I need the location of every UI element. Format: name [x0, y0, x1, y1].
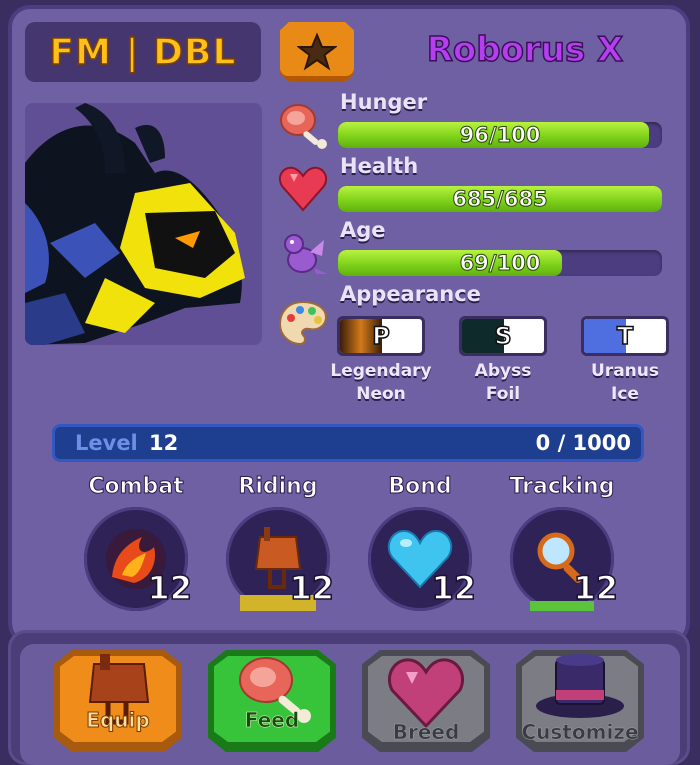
- equip-label: Equip: [86, 708, 150, 733]
- swatch-letter: S: [494, 321, 513, 351]
- player-tag-text: FM | DBL: [49, 31, 237, 74]
- skill-tracking[interactable]: 12: [510, 507, 619, 611]
- heart-icon: [276, 162, 330, 216]
- saddle-icon: [88, 654, 150, 725]
- name-line2: Neon: [356, 384, 406, 404]
- skill-bond[interactable]: 12: [368, 507, 477, 611]
- favorite-button[interactable]: [280, 22, 354, 82]
- breed-label: Breed: [392, 720, 460, 745]
- appearance-swatch-tertiary[interactable]: T: [581, 316, 669, 356]
- skill-label-tracking: Tracking: [509, 474, 615, 500]
- skill-label-riding: Riding: [238, 474, 318, 500]
- pet-name: Roborus X: [426, 29, 624, 71]
- skill-level: 12: [289, 568, 335, 608]
- name-line1: Abyss: [474, 361, 532, 381]
- skill-level: 12: [431, 568, 477, 608]
- name-line1: Legendary: [330, 361, 432, 381]
- skill-combat[interactable]: 12: [84, 507, 193, 611]
- appearance-primary-name: Legendary Neon: [316, 360, 446, 406]
- level-value: 12: [149, 431, 179, 455]
- hunger-value: 96/100: [459, 123, 541, 148]
- meat-icon: [239, 657, 311, 723]
- feed-label: Feed: [244, 708, 300, 733]
- feed-button[interactable]: Feed: [208, 650, 336, 752]
- customize-button[interactable]: Customize: [516, 650, 644, 752]
- health-bar: 685/685: [338, 186, 662, 212]
- meat-icon: [276, 98, 330, 152]
- hunger-label: Hunger: [340, 90, 428, 114]
- paint-palette-icon: [276, 296, 330, 350]
- name-line1: Uranus: [591, 361, 659, 381]
- health-value: 685/685: [452, 187, 548, 212]
- dragon-portrait-image: [25, 103, 262, 345]
- appearance-swatch-secondary[interactable]: S: [459, 316, 547, 356]
- player-tag: FM | DBL: [25, 22, 261, 82]
- skill-level: 12: [573, 568, 619, 608]
- age-bar: 69/100: [338, 250, 662, 276]
- equip-button[interactable]: Equip: [54, 650, 182, 752]
- skill-riding[interactable]: 12: [226, 507, 335, 611]
- name-line2: Ice: [611, 384, 639, 404]
- level-bar: Level 12 0 / 1000: [52, 424, 644, 462]
- skill-level: 12: [147, 568, 193, 608]
- skill-label-bond: Bond: [388, 474, 452, 500]
- swatch-letter: P: [371, 321, 390, 351]
- skill-label-combat: Combat: [88, 474, 184, 500]
- pet-portrait: [25, 103, 262, 345]
- star-icon: [297, 32, 337, 71]
- appearance-secondary-name: Abyss Foil: [438, 360, 568, 406]
- appearance-swatch-primary[interactable]: P: [337, 316, 425, 356]
- level-label: Level: [75, 431, 138, 455]
- appearance-label: Appearance: [340, 282, 481, 306]
- swatch-letter: T: [616, 321, 634, 351]
- breed-button[interactable]: Breed: [362, 650, 490, 752]
- appearance-tertiary-name: Uranus Ice: [560, 360, 690, 406]
- customize-label: Customize: [521, 720, 639, 745]
- age-label: Age: [340, 218, 386, 242]
- hunger-bar: 96/100: [338, 122, 662, 148]
- dragon-age-icon: [276, 226, 330, 280]
- name-line2: Foil: [485, 384, 521, 404]
- level-xp: 0 / 1000: [535, 431, 631, 455]
- health-label: Health: [340, 154, 419, 178]
- age-value: 69/100: [459, 251, 541, 276]
